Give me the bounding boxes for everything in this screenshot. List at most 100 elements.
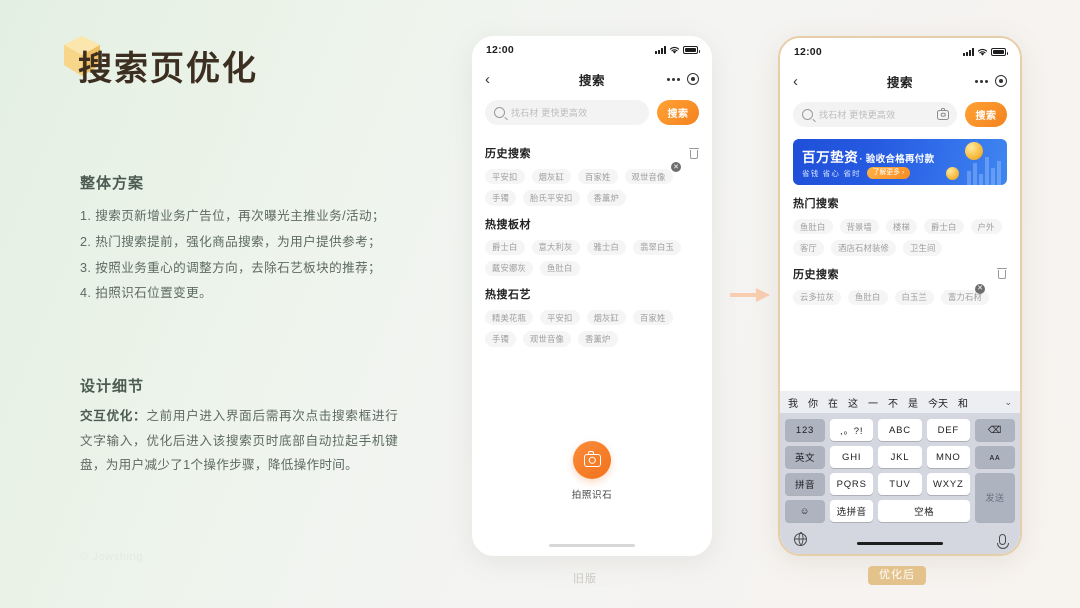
- tag-item[interactable]: 香薰炉: [586, 190, 626, 206]
- tag-item[interactable]: 客厅: [793, 240, 824, 256]
- tag-item[interactable]: 胎氏平安扣: [523, 190, 580, 206]
- promo-banner[interactable]: 百万垫资 · 验收合格再付款 省钱 省心 省时 了解更多 ›: [793, 139, 1007, 185]
- tag-item[interactable]: 百家姓: [633, 310, 673, 326]
- tag-list: 爵士白 意大利灰 雅士白 翡翠白玉 戴安娜灰 鱼肚白: [485, 239, 699, 277]
- tag-item[interactable]: 烟灰缸: [586, 310, 626, 326]
- key-jkl[interactable]: JKL: [878, 446, 922, 468]
- tag-item[interactable]: 香薰炉: [578, 331, 618, 347]
- tag-item[interactable]: 楼梯: [886, 219, 917, 235]
- more-icon[interactable]: [667, 77, 680, 81]
- back-icon[interactable]: ‹: [793, 74, 798, 89]
- tag-item[interactable]: 意大利灰: [531, 239, 580, 255]
- tag-item[interactable]: 爵士白: [485, 239, 525, 255]
- tag-item[interactable]: 白玉兰: [894, 289, 934, 305]
- key-123[interactable]: 123: [785, 419, 825, 441]
- key-abc[interactable]: ABC: [878, 419, 922, 441]
- suggestion-item[interactable]: 我: [788, 395, 798, 410]
- banner-cta-button[interactable]: 了解更多 ›: [866, 167, 911, 179]
- tag-item[interactable]: 平安扣: [485, 169, 525, 185]
- search-button[interactable]: 搜索: [657, 100, 699, 125]
- suggestion-item[interactable]: 今天: [928, 395, 948, 410]
- tag-item[interactable]: 鱼肚白: [540, 260, 580, 277]
- suggestion-item[interactable]: 一: [868, 395, 878, 410]
- tag-item[interactable]: 卫生间: [902, 240, 943, 256]
- suggestion-item[interactable]: 你: [808, 395, 818, 410]
- search-icon: [802, 109, 813, 120]
- nav-bar-new: ‹ 搜索: [780, 66, 1020, 96]
- back-icon[interactable]: ‹: [485, 72, 490, 87]
- battery-icon: [991, 48, 1008, 56]
- more-icon[interactable]: [975, 79, 988, 83]
- search-placeholder: 找石材 更快更高效: [511, 108, 588, 118]
- transition-arrow-icon: [730, 288, 770, 302]
- overall-plan-list: 1. 搜索页新增业务广告位，再次曝光主推业务/活动； 2. 热门搜索提前，强化商…: [80, 204, 410, 307]
- camera-label: 拍照识石: [571, 490, 613, 501]
- target-icon[interactable]: [995, 75, 1007, 87]
- design-detail-paragraph: 交互优化：之前用户进入界面后需再次点击搜索框进行文字输入，优化后进入该搜索页时底…: [80, 404, 398, 478]
- key-def[interactable]: DEF: [926, 419, 970, 441]
- emoji-icon[interactable]: ☺: [785, 500, 825, 522]
- watermark: © Jowshing: [80, 551, 144, 563]
- target-icon[interactable]: [687, 73, 699, 85]
- trash-icon[interactable]: [689, 147, 699, 159]
- suggestion-item[interactable]: 是: [908, 395, 918, 410]
- tag-item[interactable]: 雅士白: [586, 239, 626, 255]
- search-input[interactable]: 找石材 更快更高效: [793, 102, 957, 127]
- key-punctuation[interactable]: ,。?!: [830, 419, 874, 441]
- search-button[interactable]: 搜索: [965, 102, 1007, 127]
- tag-item[interactable]: 背景墙: [839, 219, 879, 235]
- key-pqrs[interactable]: PQRS: [830, 473, 874, 495]
- search-input[interactable]: 找石材 更快更高效: [485, 100, 649, 125]
- chevron-down-icon[interactable]: ⌄: [1004, 397, 1012, 408]
- status-time: 12:00: [794, 46, 822, 58]
- tag-item[interactable]: 鱼肚白: [793, 219, 833, 235]
- tag-item[interactable]: 精美花瓶: [485, 310, 533, 326]
- backspace-icon[interactable]: ⌫: [974, 419, 1015, 441]
- close-icon[interactable]: ✕: [671, 162, 681, 172]
- key-tuv[interactable]: TUV: [878, 473, 922, 495]
- key-space[interactable]: 空格: [878, 500, 970, 522]
- nav-bar-old: ‹ 搜索: [472, 64, 712, 94]
- tag-item[interactable]: 翡翠白玉: [633, 239, 681, 255]
- search-row-new: 找石材 更快更高效 搜索: [780, 96, 1020, 137]
- tag-item[interactable]: 鱼肚白: [848, 289, 888, 305]
- camera-icon[interactable]: [937, 107, 949, 120]
- banner-subheadline: · 验收合格再付款: [859, 154, 935, 165]
- key-pinyin-mode[interactable]: 拼音: [785, 473, 825, 495]
- camera-button[interactable]: [573, 441, 611, 479]
- suggestion-item[interactable]: 这: [848, 395, 858, 410]
- section-title: 热搜板材: [485, 218, 531, 231]
- tag-item[interactable]: 酒店石材装修: [831, 240, 896, 256]
- tag-item[interactable]: 烟灰缸: [531, 169, 571, 185]
- key-ghi[interactable]: GHI: [830, 446, 874, 468]
- tag-item[interactable]: 云多拉灰: [793, 289, 841, 305]
- tag-item[interactable]: 观世音像: [624, 169, 673, 185]
- suggestion-item[interactable]: 和: [958, 395, 968, 410]
- trash-icon[interactable]: [997, 268, 1007, 280]
- banner-cta-label: 了解更多: [872, 168, 900, 176]
- globe-icon[interactable]: [794, 532, 807, 546]
- section-header: 历史搜索: [485, 145, 699, 161]
- key-wxyz[interactable]: WXYZ: [926, 473, 970, 495]
- tag-item[interactable]: 戴安娜灰: [485, 260, 533, 277]
- keyboard-grid: 123 ,。?! ABC DEF ⌫ 英文 GHI JKL MNO ᴀᴀ 拼音 …: [780, 413, 1020, 524]
- tag-item[interactable]: 观世音像: [523, 331, 571, 347]
- tag-item[interactable]: 爵士白: [924, 219, 964, 235]
- section-header: 热搜板材: [485, 216, 699, 232]
- section-title: 历史搜索: [793, 268, 839, 281]
- tag-item[interactable]: 手镯: [485, 190, 516, 206]
- microphone-icon[interactable]: [996, 533, 1009, 549]
- tag-item[interactable]: 百家姓: [578, 169, 618, 185]
- key-mno[interactable]: MNO: [926, 446, 970, 468]
- suggestion-item[interactable]: 不: [888, 395, 898, 410]
- tag-item[interactable]: 平安扣: [540, 310, 580, 326]
- send-button[interactable]: 发送: [974, 473, 1015, 522]
- slide-canvas: 搜索页优化 整体方案 1. 搜索页新增业务广告位，再次曝光主推业务/活动； 2.…: [0, 0, 1080, 608]
- close-icon[interactable]: ✕: [975, 283, 985, 294]
- key-shift-aa[interactable]: ᴀᴀ: [974, 446, 1015, 468]
- key-english-mode[interactable]: 英文: [785, 446, 825, 468]
- key-select-pinyin[interactable]: 选拼音: [830, 500, 874, 522]
- tag-item[interactable]: 手镯: [485, 331, 516, 347]
- tag-item[interactable]: 户外: [970, 219, 1002, 235]
- suggestion-item[interactable]: 在: [828, 395, 838, 410]
